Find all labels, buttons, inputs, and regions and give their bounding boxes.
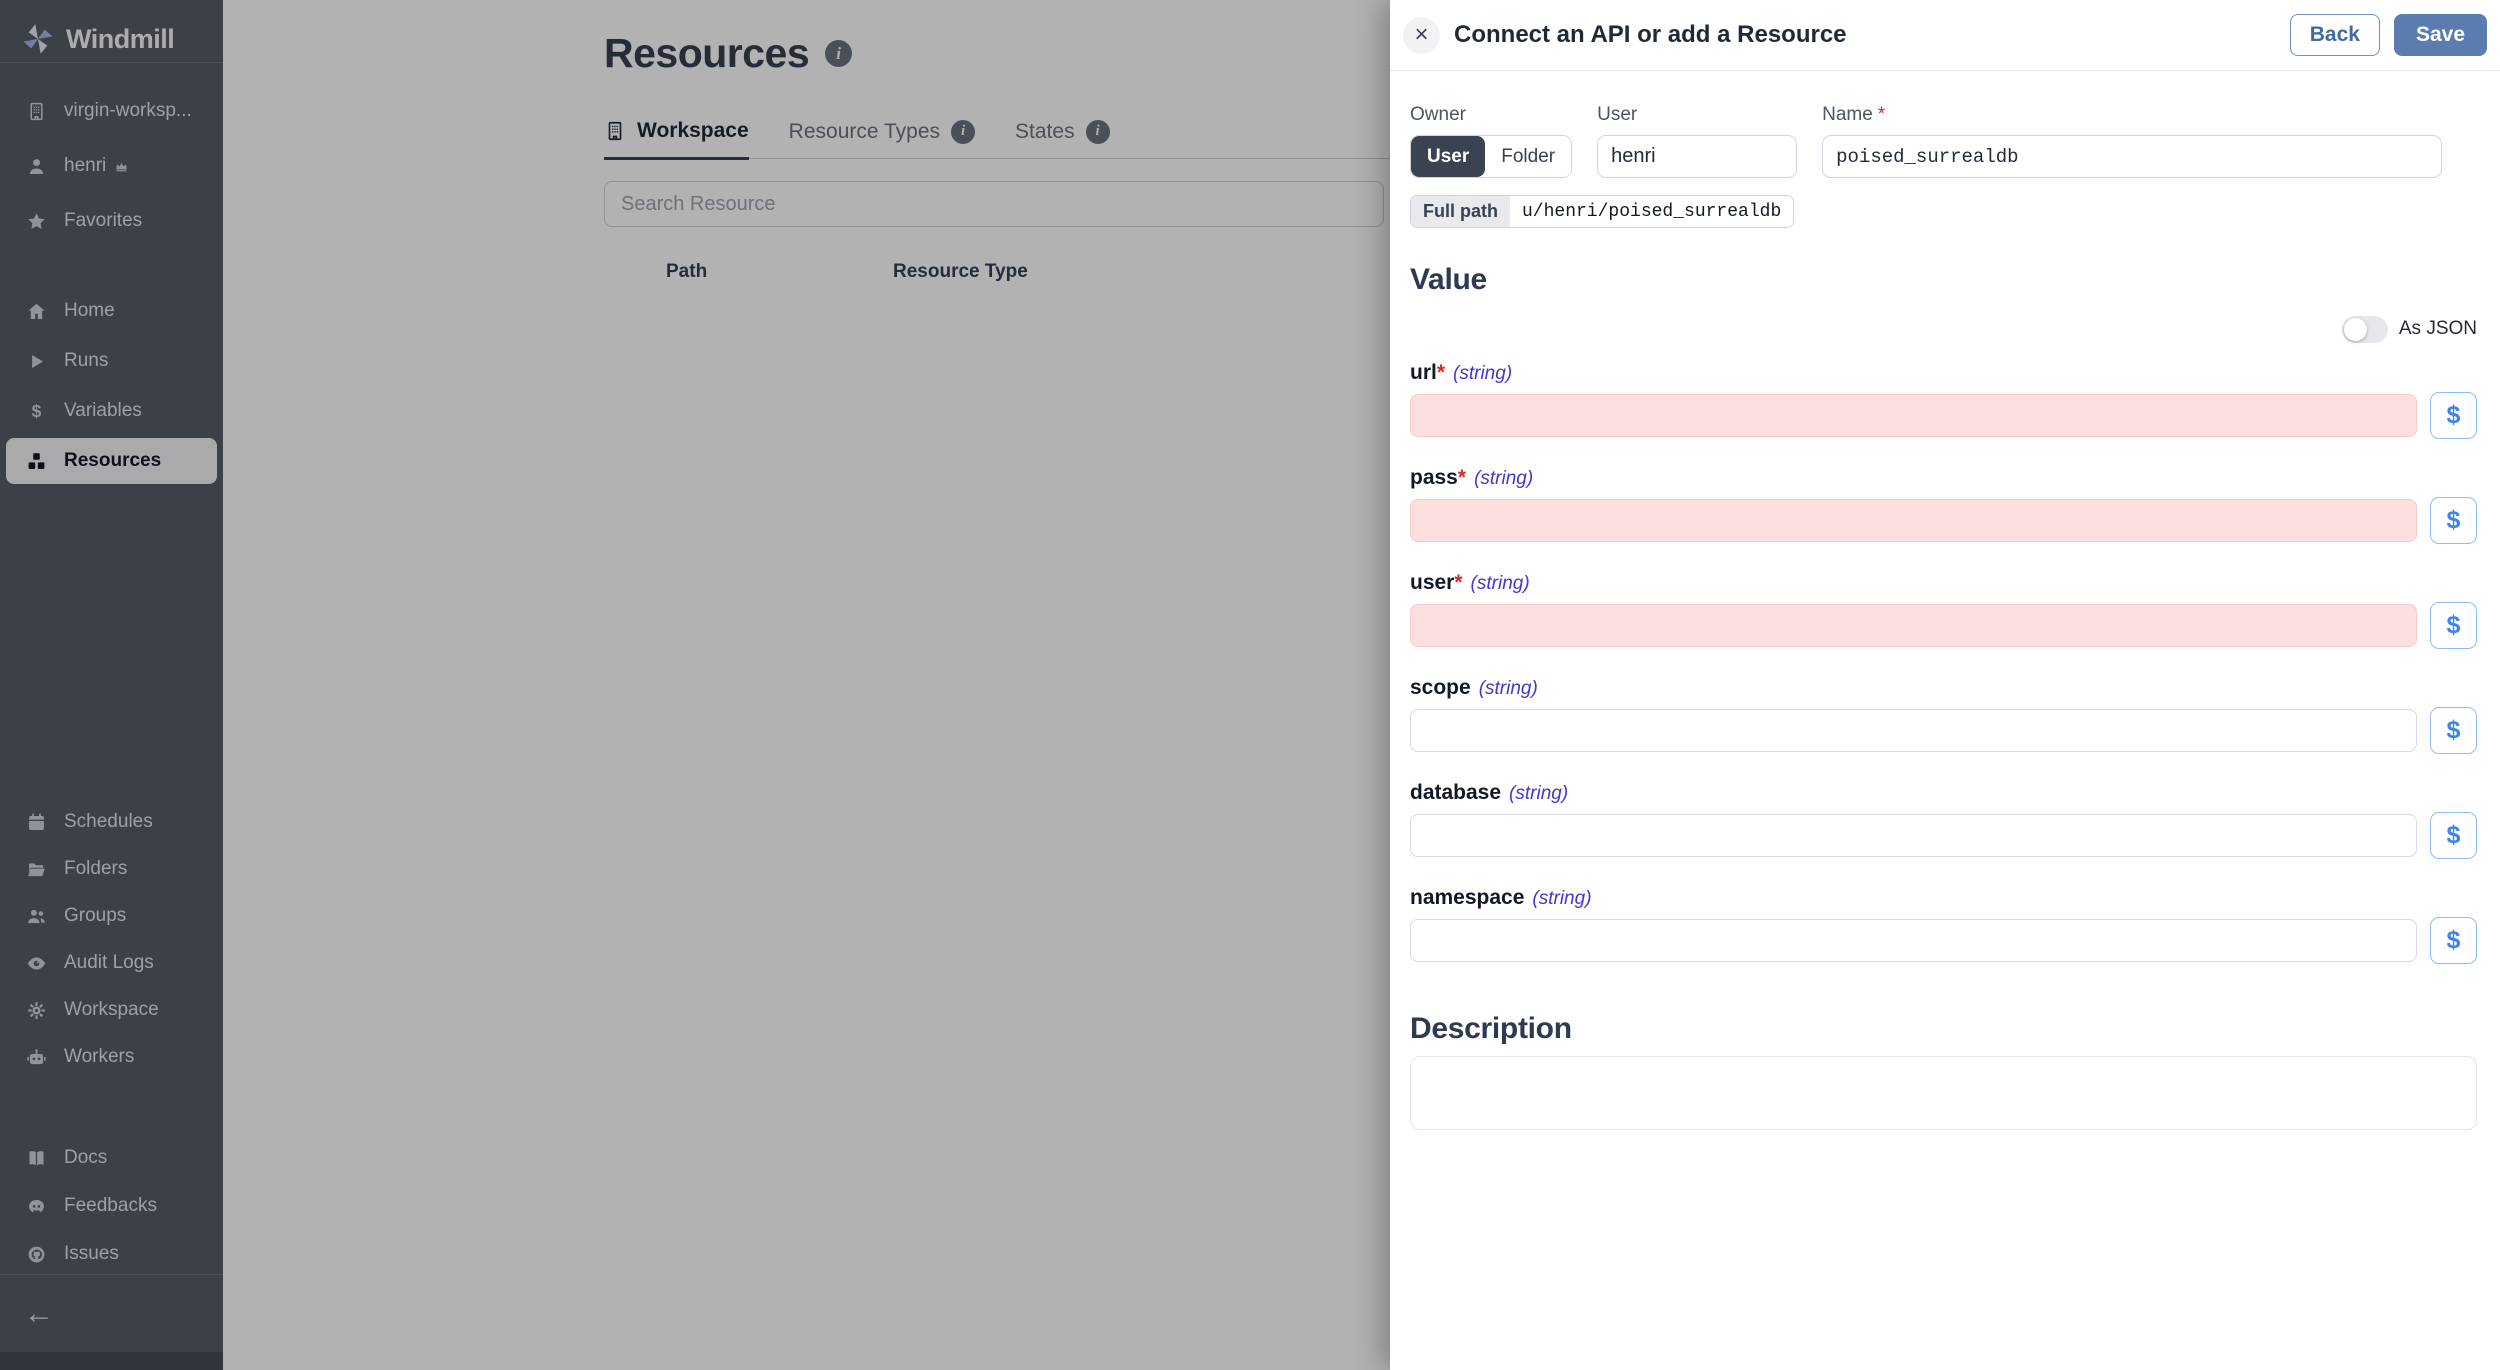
- required-asterisk: *: [1454, 571, 1463, 594]
- pass-insert-variable-button[interactable]: $: [2430, 497, 2477, 544]
- resource-name-input[interactable]: [1822, 135, 2443, 178]
- field-url: url* (string) $: [1410, 361, 2477, 439]
- owner-option-user[interactable]: User: [1411, 136, 1486, 177]
- full-path-label: Full path: [1411, 196, 1510, 227]
- owner-toggle: User Folder: [1410, 135, 1573, 178]
- description-textarea[interactable]: [1410, 1056, 2477, 1130]
- scope-input[interactable]: [1410, 709, 2417, 752]
- field-type: (string): [1532, 888, 1592, 909]
- resource-fields: url* (string) $ pass* (string) $ user* (string)…: [1410, 361, 2477, 964]
- owner-option-folder[interactable]: Folder: [1485, 136, 1572, 177]
- field-pass: pass* (string) $: [1410, 466, 2477, 544]
- field-name: database: [1410, 781, 1502, 804]
- user-label: User: [1597, 104, 1638, 125]
- namespace-insert-variable-button[interactable]: $: [2430, 917, 2477, 964]
- field-type: (string): [1453, 363, 1513, 384]
- drawer-body: Owner UserFolder User Name* Full path u/…: [1390, 71, 2500, 1135]
- database-input[interactable]: [1410, 814, 2417, 857]
- drawer-header: × Connect an API or add a Resource Back …: [1390, 0, 2500, 71]
- resource-drawer: × Connect an API or add a Resource Back …: [1390, 0, 2500, 1370]
- url-insert-variable-button[interactable]: $: [2430, 392, 2477, 439]
- owner-label: Owner: [1410, 104, 1466, 125]
- required-asterisk: *: [1436, 361, 1446, 384]
- toggle-knob: [2343, 317, 2367, 341]
- field-name: pass*: [1410, 466, 1467, 489]
- save-button[interactable]: Save: [2393, 14, 2487, 56]
- as-json-label: As JSON: [2398, 318, 2477, 339]
- modal-overlay[interactable]: [0, 0, 1390, 1370]
- drawer-title: Connect an API or add a Resource: [1454, 21, 1847, 48]
- database-insert-variable-button[interactable]: $: [2430, 812, 2477, 859]
- close-icon[interactable]: ×: [1403, 16, 1440, 54]
- field-type: (string): [1474, 468, 1534, 489]
- field-type: (string): [1470, 573, 1530, 594]
- value-heading: Value: [1410, 263, 1487, 296]
- required-asterisk: *: [1457, 466, 1467, 489]
- name-label: Name *: [1822, 104, 1886, 125]
- required-asterisk: *: [1877, 104, 1886, 125]
- field-namespace: namespace (string) $: [1410, 886, 2477, 964]
- field-scope: scope (string) $: [1410, 676, 2477, 754]
- scope-insert-variable-button[interactable]: $: [2430, 707, 2477, 754]
- description-heading: Description: [1410, 1012, 1572, 1045]
- field-name: namespace: [1410, 886, 1525, 909]
- field-user: user* (string) $: [1410, 571, 2477, 649]
- full-path: Full path u/henri/poised_surrealdb: [1410, 195, 1795, 228]
- as-json-toggle[interactable]: [2341, 315, 2388, 343]
- namespace-input[interactable]: [1410, 919, 2417, 962]
- url-input[interactable]: [1410, 394, 2417, 437]
- pass-input[interactable]: [1410, 499, 2417, 542]
- field-type: (string): [1478, 678, 1538, 699]
- field-type: (string): [1509, 783, 1569, 804]
- field-database: database (string) $: [1410, 781, 2477, 859]
- full-path-value: u/henri/poised_surrealdb: [1522, 201, 1782, 222]
- field-name: scope: [1410, 676, 1471, 699]
- user-insert-variable-button[interactable]: $: [2430, 602, 2477, 649]
- field-name: user*: [1410, 571, 1463, 594]
- field-name: url*: [1410, 361, 1446, 384]
- user-input[interactable]: [1410, 604, 2417, 647]
- back-button[interactable]: Back: [2289, 14, 2380, 56]
- owner-user-input[interactable]: [1597, 135, 1798, 178]
